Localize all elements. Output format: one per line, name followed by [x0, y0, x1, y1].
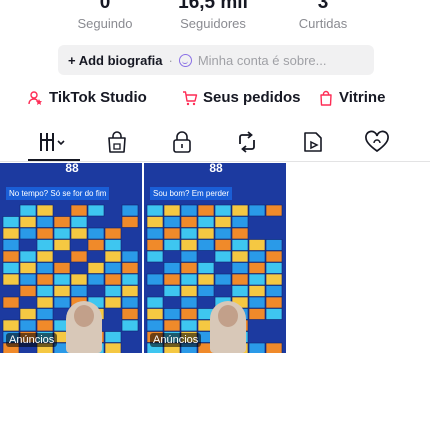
studio-icon [28, 90, 42, 105]
followers-label: Seguidores [180, 16, 246, 31]
lock-icon [173, 131, 191, 153]
smile-icon [178, 53, 192, 67]
bio-separator: · [168, 52, 173, 68]
video-caption: No tempo? Só se for do fim [6, 187, 110, 200]
favorites-icon [304, 132, 322, 152]
liked-icon [365, 130, 389, 153]
add-bio-button[interactable]: + Add biografia · Minha conta é sobre... [58, 45, 374, 75]
tiktok-studio-label: TikTok Studio [49, 89, 147, 106]
tiktok-studio-link[interactable]: TikTok Studio [28, 89, 147, 106]
tab-liked[interactable] [362, 129, 392, 155]
tab-shop[interactable] [102, 129, 132, 155]
tab-reposts[interactable] [232, 129, 262, 155]
add-bio-label: + Add biografia [68, 52, 163, 68]
profile-stats: 0 Seguindo 16,5 mil Seguidores 3 Curtida… [0, 0, 430, 40]
orders-link[interactable]: Seus pedidos [182, 89, 301, 106]
video-person [210, 301, 246, 353]
cart-icon [183, 90, 198, 105]
ads-badge: Anúncios [150, 333, 202, 347]
video-tile[interactable]: 88 Sou bom? Em perder Anúncios [144, 163, 286, 353]
game-logo: 88 [65, 163, 79, 175]
ads-badge: Anúncios [6, 333, 58, 347]
following-count: 0 [99, 0, 111, 13]
lock-bag-icon [108, 131, 126, 153]
repost-icon [239, 131, 255, 153]
video-grid: 88 No tempo? Só se for do fim Anúncios 8… [0, 163, 288, 353]
showcase-link[interactable]: Vitrine [318, 89, 385, 106]
followers-count: 16,5 mil [178, 0, 248, 13]
showcase-label: Vitrine [339, 89, 386, 106]
video-person [66, 301, 102, 353]
followers-stat[interactable]: 16,5 mil Seguidores [158, 0, 268, 32]
profile-links: TikTok Studio Seus pedidos Vitrine [0, 89, 430, 111]
bag-icon [320, 90, 332, 106]
videos-grid-icon [40, 133, 65, 151]
likes-count: 3 [317, 0, 329, 13]
bio-placeholder: Minha conta é sobre... [197, 52, 327, 68]
orders-label: Seus pedidos [203, 89, 301, 106]
following-stat[interactable]: 0 Seguindo [50, 0, 160, 32]
likes-label: Curtidas [298, 16, 348, 31]
profile-tabs [0, 127, 430, 162]
tab-videos[interactable] [28, 129, 80, 161]
game-logo: 88 [209, 163, 223, 175]
likes-stat[interactable]: 3 Curtidas [268, 0, 378, 32]
tab-favorites[interactable] [298, 129, 328, 155]
video-caption: Sou bom? Em perder [150, 187, 233, 200]
tab-private[interactable] [167, 129, 197, 155]
video-tile[interactable]: 88 No tempo? Só se for do fim Anúncios [0, 163, 142, 353]
following-label: Seguindo [77, 16, 133, 31]
